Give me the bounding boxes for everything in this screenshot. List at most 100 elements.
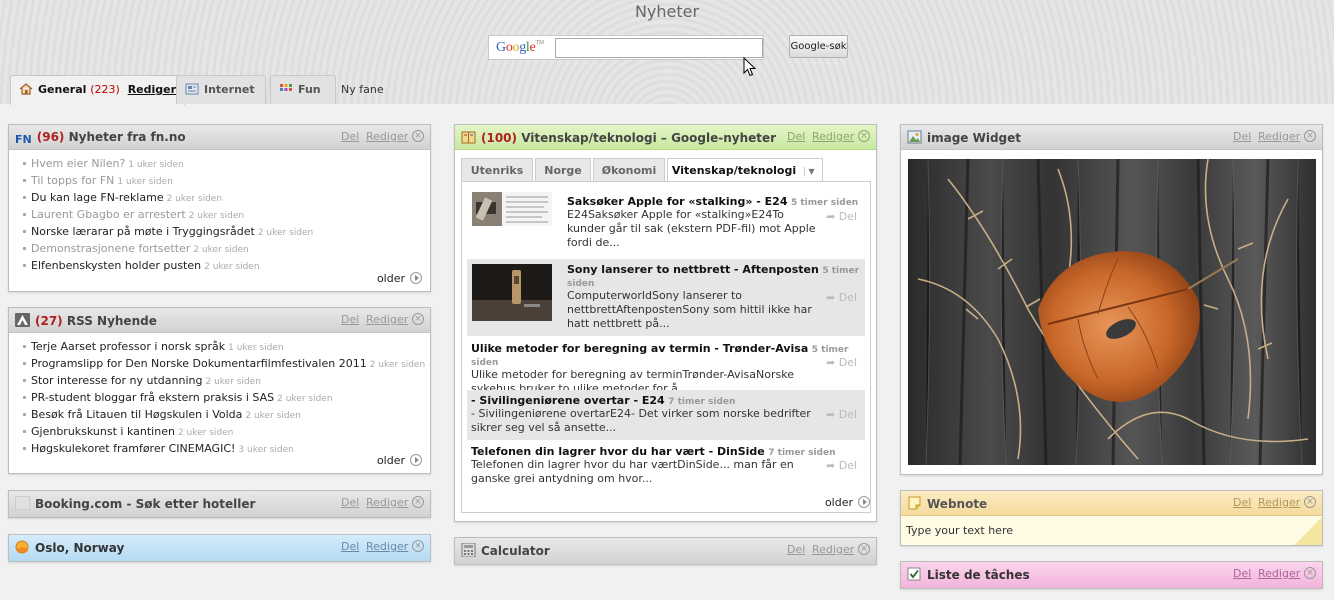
feed-item[interactable]: Elfenbenskysten holder pusten 2 uker side… (23, 258, 430, 275)
widget-fn-close-icon[interactable]: × (412, 130, 424, 142)
feed-item-title[interactable]: Norske lærarar på møte i Tryggingsrådet (31, 225, 255, 238)
feed-item[interactable]: Laurent Gbagbo er arrestert 2 uker siden (23, 207, 430, 224)
feed-item[interactable]: Høgskulekoret framfører CINEMAGIC! 3 uker… (23, 441, 430, 458)
subtab-utenriks[interactable]: Utenriks (461, 158, 533, 181)
widget-webnote-share-link[interactable]: Del (1233, 496, 1251, 509)
widget-calculator-edit-link[interactable]: Rediger (812, 543, 854, 556)
widget-booking-header[interactable]: Booking.com - Søk etter hoteller Del Red… (9, 491, 430, 517)
widget-rss-header[interactable]: (27) RSS Nyhende Del Rediger × (9, 308, 430, 333)
share-label: Del (838, 459, 857, 472)
widget-booking-close-icon[interactable]: × (412, 496, 424, 508)
feed-item-title[interactable]: Gjenbrukskunst i kantinen (31, 425, 175, 438)
widget-rss-share-link[interactable]: Del (341, 313, 359, 326)
feed-item-title[interactable]: Hvem eier Nilen? (31, 157, 125, 170)
feed-item-title[interactable]: Stor interesse for ny utdanning (31, 374, 203, 387)
feed-item-title[interactable]: Laurent Gbagbo er arrestert (31, 208, 186, 221)
subtab-vitenskap[interactable]: Vitenskap/teknologi ▼ (667, 158, 823, 182)
feed-item-title[interactable]: Terje Aarset professor i norsk språk (31, 340, 225, 353)
search-input[interactable] (555, 38, 763, 58)
subtab-okonomi[interactable]: Økonomi (593, 158, 665, 181)
feed-item-title[interactable]: Besøk frå Litauen til Høgskulen i Volda (31, 408, 242, 421)
widget-todo-header[interactable]: Liste de tâches Del Rediger × (901, 562, 1322, 588)
widget-webnote-header[interactable]: Webnote Del Rediger × (901, 491, 1322, 516)
tab-general-edit-link[interactable]: Rediger (128, 83, 176, 96)
widget-calculator-header[interactable]: Calculator Del Rediger × (455, 538, 876, 564)
calculator-icon (461, 543, 476, 557)
widget-todo-edit-link[interactable]: Rediger (1258, 567, 1300, 580)
feed-item-title[interactable]: Til topps for FN (31, 174, 114, 187)
subtab-norge[interactable]: Norge (535, 158, 591, 181)
feed-item-title[interactable]: Høgskulekoret framfører CINEMAGIC! (31, 442, 235, 455)
widget-weather-share-link[interactable]: Del (341, 540, 359, 553)
widget-rss-edit-link[interactable]: Rediger (366, 313, 408, 326)
feed-item[interactable]: Besøk frå Litauen til Høgskulen i Volda 2… (23, 407, 430, 424)
widget-fn-header[interactable]: FN (96) Nyheter fra fn.no Del Rediger × (9, 125, 430, 150)
feed-item[interactable]: Stor interesse for ny utdanning 2 uker si… (23, 373, 430, 390)
news-share-link[interactable]: ➦ Del (826, 291, 857, 304)
feed-item-title[interactable]: Programslipp for Den Norske Dokumentarfi… (31, 357, 367, 370)
news-item[interactable]: Ulike metoder for beregning av termin - … (467, 340, 865, 395)
news-item[interactable]: - Sivilingeniørene overtar - E24 7 timer… (467, 390, 865, 440)
news-item[interactable]: Saksøker Apple for «stalking» - E24 5 ti… (467, 186, 865, 256)
widget-todo-share-link[interactable]: Del (1233, 567, 1251, 580)
feed-item[interactable]: Til topps for FN 1 uker siden (23, 173, 430, 190)
webnote-text-area[interactable]: Type your text here (901, 516, 1322, 545)
news-title[interactable]: Telefonen din lagrer hvor du har vært - … (471, 445, 765, 458)
chevron-down-icon[interactable]: ▼ (804, 167, 818, 176)
widget-fn-edit-link[interactable]: Rediger (366, 130, 408, 143)
tab-general[interactable]: General (223) Rediger (10, 75, 186, 105)
google-search-button[interactable]: Google-søk (789, 35, 848, 58)
news-share-link[interactable]: ➦ Del (826, 459, 857, 472)
new-tab-link[interactable]: Ny fane (341, 83, 384, 96)
widget-image-header[interactable]: image Widget Del Rediger × (901, 125, 1322, 150)
widget-weather-edit-link[interactable]: Rediger (366, 540, 408, 553)
widget-fn-older-link[interactable]: older (377, 272, 422, 285)
feed-item-title[interactable]: PR-student bloggar frå ekstern praksis i… (31, 391, 274, 404)
feed-item[interactable]: PR-student bloggar frå ekstern praksis i… (23, 390, 430, 407)
widget-gnews-header[interactable]: (100) Vitenskap/teknologi – Google-nyhet… (455, 125, 876, 150)
widget-calculator-close-icon[interactable]: × (858, 543, 870, 555)
feed-item-title[interactable]: Demonstrasjonene fortsetter (31, 242, 190, 255)
widget-image-share-link[interactable]: Del (1233, 130, 1251, 143)
feed-item[interactable]: Programslipp for Den Norske Dokumentarfi… (23, 356, 430, 373)
widget-calculator-share-link[interactable]: Del (787, 543, 805, 556)
news-share-link[interactable]: ➦ Del (826, 210, 857, 223)
widget-webnote-edit-link[interactable]: Rediger (1258, 496, 1300, 509)
news-title[interactable]: Ulike metoder for beregning av termin - … (471, 342, 808, 355)
tab-internet[interactable]: Internet (176, 75, 266, 104)
news-item[interactable]: Telefonen din lagrer hvor du har vært - … (467, 442, 865, 490)
widget-rss-older-link[interactable]: older (377, 454, 422, 467)
feed-item[interactable]: Hvem eier Nilen? 1 uker siden (23, 156, 430, 173)
widget-gnews-share-link[interactable]: Del (787, 130, 805, 143)
feed-item[interactable]: Du kan lage FN-reklame 2 uker siden (23, 190, 430, 207)
news-title[interactable]: Sony lanserer to nettbrett - Aftenposten (567, 263, 819, 276)
widget-image-edit-link[interactable]: Rediger (1258, 130, 1300, 143)
feed-item-title[interactable]: Elfenbenskysten holder pusten (31, 259, 201, 272)
widget-weather-close-icon[interactable]: × (412, 540, 424, 552)
feed-item[interactable]: Demonstrasjonene fortsetter 2 uker siden (23, 241, 430, 258)
news-title[interactable]: Saksøker Apple for «stalking» - E24 (567, 195, 787, 208)
feed-item[interactable]: Terje Aarset professor i norsk språk 1 uk… (23, 339, 430, 356)
widget-gnews-edit-link[interactable]: Rediger (812, 130, 854, 143)
feed-item[interactable]: Gjenbrukskunst i kantinen 2 uker siden (23, 424, 430, 441)
widget-webnote-close-icon[interactable]: × (1304, 496, 1316, 508)
feed-item-title[interactable]: Du kan lage FN-reklame (31, 191, 164, 204)
widget-weather-header[interactable]: Oslo, Norway Del Rediger × (9, 535, 430, 561)
news-item[interactable]: Sony lanserer to nettbrett - Aftenposten… (467, 259, 865, 336)
widget-todo-close-icon[interactable]: × (1304, 567, 1316, 579)
share-arrow-icon: ➦ (825, 356, 836, 369)
widget-fn-share-link[interactable]: Del (341, 130, 359, 143)
widget-booking-share-link[interactable]: Del (341, 496, 359, 509)
news-title[interactable]: - Sivilingeniørene overtar - E24 (471, 394, 665, 407)
widget-image-close-icon[interactable]: × (1304, 130, 1316, 142)
news-thumbnail (472, 264, 552, 321)
widget-gnews-close-icon[interactable]: × (858, 130, 870, 142)
news-share-link[interactable]: ➦ Del (826, 408, 857, 421)
widget-rss-close-icon[interactable]: × (412, 313, 424, 325)
feed-item[interactable]: Norske lærarar på møte i Tryggingsrådet 2… (23, 224, 430, 241)
widget-gnews-older-link[interactable]: older (825, 496, 870, 509)
news-share-link[interactable]: ➦ Del (826, 356, 857, 369)
tab-fun[interactable]: Fun (270, 75, 336, 104)
image-icon (907, 130, 922, 144)
widget-booking-edit-link[interactable]: Rediger (366, 496, 408, 509)
